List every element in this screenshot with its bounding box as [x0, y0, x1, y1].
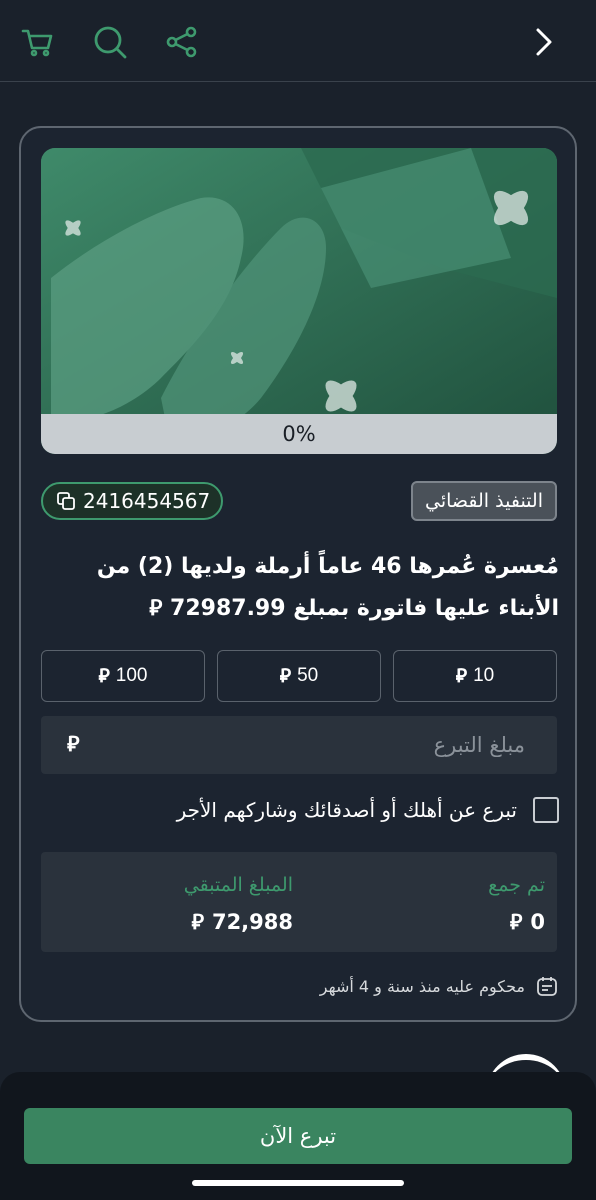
amount-10-button[interactable]: ⃁ 10 [393, 650, 557, 702]
collected-amount: ⃁ 0 [509, 909, 545, 935]
case-id-copy-button[interactable]: 2416454567 [41, 482, 223, 520]
home-indicator [192, 1180, 404, 1186]
progress-bar: 0% [41, 414, 557, 454]
currency-symbol: ⃁ [67, 732, 80, 756]
search-icon[interactable] [90, 22, 130, 62]
amount-50-button[interactable]: ⃁ 50 [217, 650, 381, 702]
gift-checkbox[interactable] [533, 797, 559, 823]
donation-amount-field: ⃁ [41, 716, 557, 774]
collected-label: تم جمع [488, 874, 545, 896]
stats-panel: تم جمع ⃁ 0 المبلغ المتبقي ⃁ 72,988 [41, 852, 557, 952]
case-card: 0% 2416454567 التنفيذ القضائي مُعسرة عُم… [19, 126, 577, 1022]
progress-label: 0% [282, 422, 316, 446]
case-image: 0% [41, 148, 557, 454]
bottom-action-bar: تبرع الآن [0, 1072, 596, 1200]
remaining-amount: ⃁ 72,988 [191, 909, 293, 935]
cart-icon[interactable] [18, 22, 58, 62]
case-id: 2416454567 [83, 489, 211, 513]
chevron-right-icon[interactable] [524, 22, 564, 62]
remaining-label: المبلغ المتبقي [183, 874, 293, 896]
amount-100-button[interactable]: ⃁ 100 [41, 650, 205, 702]
top-bar [0, 0, 596, 82]
judgment-duration: محكوم عليه منذ سنة و 4 أشهر [41, 974, 559, 998]
gift-option-label: تبرع عن أهلك أو أصدقائك وشاركهم الأجر [176, 798, 517, 822]
category-badge: التنفيذ القضائي [411, 481, 557, 521]
share-icon[interactable] [162, 22, 202, 62]
copy-icon [57, 492, 75, 510]
calendar-icon [537, 977, 557, 996]
gift-option-row[interactable]: تبرع عن أهلك أو أصدقائك وشاركهم الأجر [41, 792, 559, 828]
footnote-text: محكوم عليه منذ سنة و 4 أشهر [319, 976, 525, 996]
donation-amount-input[interactable] [101, 716, 541, 774]
donate-now-button[interactable]: تبرع الآن [24, 1108, 572, 1164]
case-title: مُعسرة عُمرها 46 عاماً أرملة ولديها (2) … [96, 554, 559, 621]
